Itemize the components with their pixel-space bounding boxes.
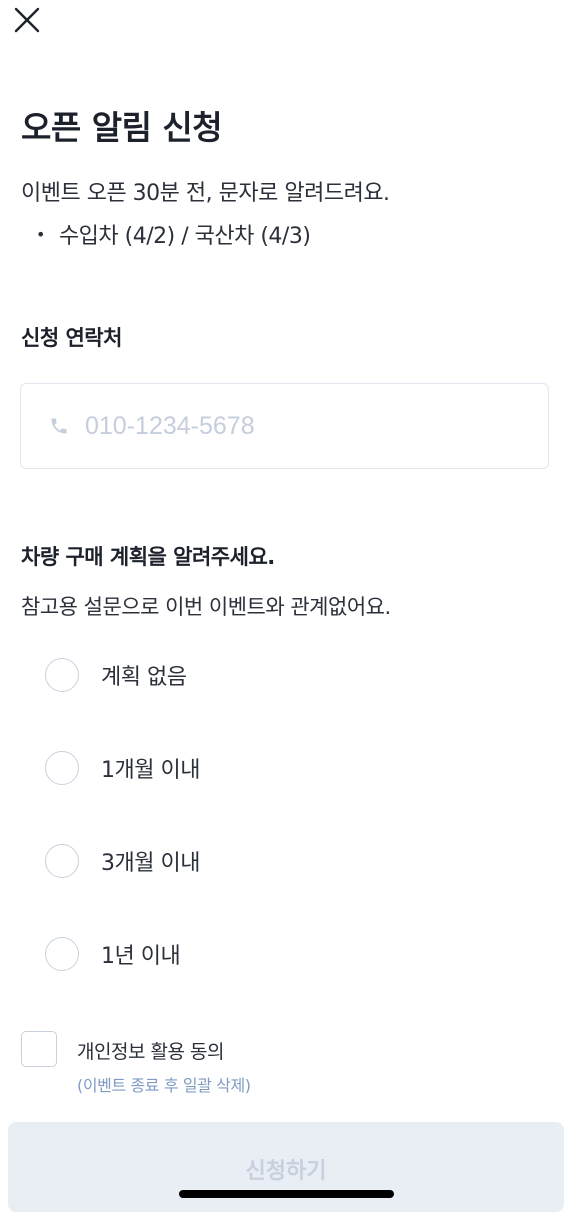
radio-option-3-months[interactable]: 3개월 이내 xyxy=(45,844,200,878)
page-subtitle: 이벤트 오픈 30분 전, 문자로 알려드려요. xyxy=(21,181,390,206)
bullet-dot: • xyxy=(36,224,45,244)
phone-icon xyxy=(51,418,67,434)
close-button[interactable] xyxy=(10,4,42,36)
radio-circle[interactable] xyxy=(45,937,79,971)
submit-button[interactable]: 신청하기 xyxy=(8,1122,564,1212)
radio-option-1-month[interactable]: 1개월 이내 xyxy=(45,751,200,785)
privacy-consent-label[interactable]: 개인정보 활용 동의 xyxy=(77,1037,224,1064)
radio-label: 3개월 이내 xyxy=(101,851,200,876)
survey-description: 참고용 설문으로 이번 이벤트와 관계없어요. xyxy=(21,595,391,619)
radio-circle[interactable] xyxy=(45,844,79,878)
phone-field[interactable] xyxy=(20,383,549,469)
home-indicator xyxy=(179,1190,394,1198)
radio-label: 1년 이내 xyxy=(101,944,181,969)
contact-label: 신청 연락처 xyxy=(21,326,122,350)
survey-title: 차량 구매 계획을 알려주세요. xyxy=(21,545,275,569)
schedule-bullet: • 수입차 (4/2) / 국산차 (4/3) xyxy=(36,218,311,250)
close-icon xyxy=(14,7,40,33)
phone-input[interactable] xyxy=(83,410,507,442)
radio-circle[interactable] xyxy=(45,658,79,692)
radio-option-1-year[interactable]: 1년 이내 xyxy=(45,937,181,971)
schedule-text: 수입차 (4/2) / 국산차 (4/3) xyxy=(58,224,311,249)
privacy-consent-note: (이벤트 종료 후 일괄 삭제) xyxy=(77,1076,251,1095)
page-title: 오픈 알림 신청 xyxy=(21,108,223,147)
privacy-consent-checkbox[interactable] xyxy=(21,1031,57,1067)
radio-label: 1개월 이내 xyxy=(101,758,200,783)
radio-option-no-plan[interactable]: 계획 없음 xyxy=(45,658,187,692)
radio-circle[interactable] xyxy=(45,751,79,785)
radio-label: 계획 없음 xyxy=(101,665,187,690)
